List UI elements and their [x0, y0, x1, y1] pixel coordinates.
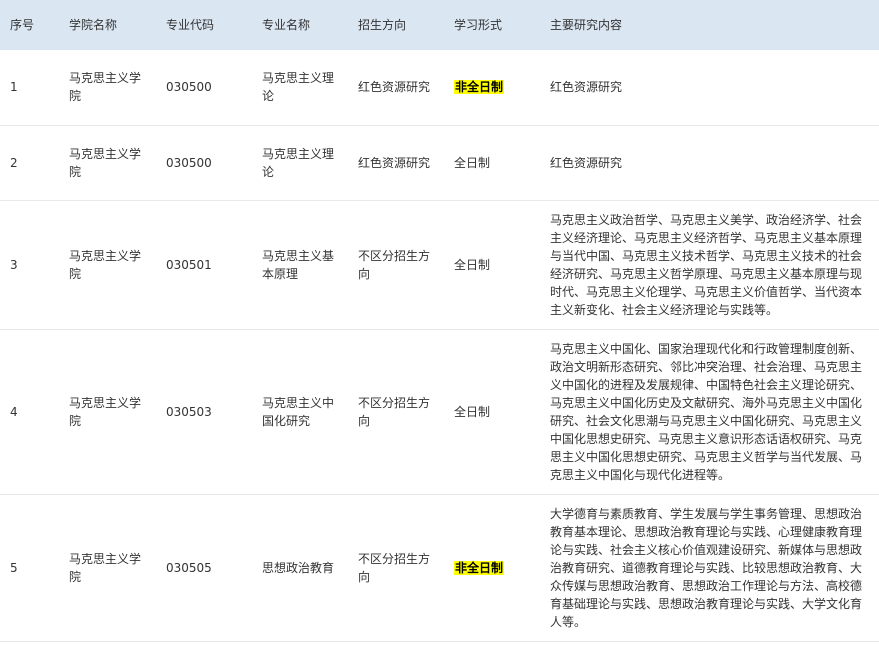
cell-major-name: 马克思主义理论	[252, 125, 348, 201]
study-mode-highlighted: 非全日制	[454, 560, 505, 575]
major-catalog-table: 序号 学院名称 专业代码 专业名称 招生方向 学习形式 主要研究内容 1 马克思…	[0, 0, 879, 642]
cell-direction: 不区分招生方向	[348, 494, 444, 642]
cell-college: 马克思主义学院	[59, 125, 156, 201]
header-major-name: 专业名称	[262, 17, 311, 32]
cell-seq: 3	[0, 200, 59, 330]
table-row: 1 马克思主义学院 030500 马克思主义理论 红色资源研究 非全日制 红色资…	[0, 50, 879, 126]
cell-study-mode: 全日制	[444, 329, 540, 495]
cell-major-code: 030500	[156, 50, 252, 126]
table-row: 4 马克思主义学院 030503 马克思主义中国化研究 不区分招生方向 全日制 …	[0, 329, 879, 495]
cell-major-code: 030500	[156, 125, 252, 201]
table-row: 3 马克思主义学院 030501 马克思主义基本原理 不区分招生方向 全日制 马…	[0, 200, 879, 330]
header-major-code: 专业代码	[166, 17, 215, 32]
study-mode-highlighted: 非全日制	[454, 80, 505, 95]
cell-study-mode: 非全日制	[444, 494, 540, 642]
cell-major-code: 030503	[156, 329, 252, 495]
table-row: 5 马克思主义学院 030505 思想政治教育 不区分招生方向 非全日制 大学德…	[0, 494, 879, 642]
cell-major-name: 马克思主义中国化研究	[252, 329, 348, 495]
cell-research: 马克思主义中国化、国家治理现代化和行政管理制度创新、政治文明新形态研究、邻比冲突…	[540, 329, 879, 495]
cell-direction: 红色资源研究	[348, 125, 444, 201]
cell-study-mode: 全日制	[444, 125, 540, 201]
table-header: 序号 学院名称 专业代码 专业名称 招生方向 学习形式 主要研究内容	[0, 0, 879, 50]
cell-seq: 1	[0, 50, 59, 126]
cell-direction: 不区分招生方向	[348, 200, 444, 330]
cell-seq: 4	[0, 329, 59, 495]
cell-research: 红色资源研究	[540, 50, 879, 126]
cell-major-name: 思想政治教育	[252, 494, 348, 642]
cell-direction: 不区分招生方向	[348, 329, 444, 495]
cell-college: 马克思主义学院	[59, 200, 156, 330]
cell-college: 马克思主义学院	[59, 50, 156, 126]
cell-research: 红色资源研究	[540, 125, 879, 201]
cell-study-mode: 全日制	[444, 200, 540, 330]
cell-college: 马克思主义学院	[59, 494, 156, 642]
header-direction: 招生方向	[358, 17, 407, 32]
header-college: 学院名称	[69, 17, 118, 32]
header-study-mode: 学习形式	[454, 17, 503, 32]
cell-study-mode: 非全日制	[444, 50, 540, 126]
header-seq: 序号	[10, 17, 35, 32]
cell-major-code: 030505	[156, 494, 252, 642]
cell-major-name: 马克思主义基本原理	[252, 200, 348, 330]
cell-college: 马克思主义学院	[59, 329, 156, 495]
table-body: 1 马克思主义学院 030500 马克思主义理论 红色资源研究 非全日制 红色资…	[0, 50, 879, 642]
cell-major-name: 马克思主义理论	[252, 50, 348, 126]
cell-seq: 2	[0, 125, 59, 201]
header-research: 主要研究内容	[550, 17, 623, 32]
admissions-table-page: 序号 学院名称 专业代码 专业名称 招生方向 学习形式 主要研究内容 1 马克思…	[0, 0, 879, 646]
cell-major-code: 030501	[156, 200, 252, 330]
header-row: 序号 学院名称 专业代码 专业名称 招生方向 学习形式 主要研究内容	[0, 0, 879, 50]
table-row: 2 马克思主义学院 030500 马克思主义理论 红色资源研究 全日制 红色资源…	[0, 125, 879, 201]
cell-seq: 5	[0, 494, 59, 642]
cell-research: 大学德育与素质教育、学生发展与学生事务管理、思想政治教育基本理论、思想政治教育理…	[540, 494, 879, 642]
cell-direction: 红色资源研究	[348, 50, 444, 126]
cell-research: 马克思主义政治哲学、马克思主义美学、政治经济学、社会主义经济理论、马克思主义经济…	[540, 200, 879, 330]
